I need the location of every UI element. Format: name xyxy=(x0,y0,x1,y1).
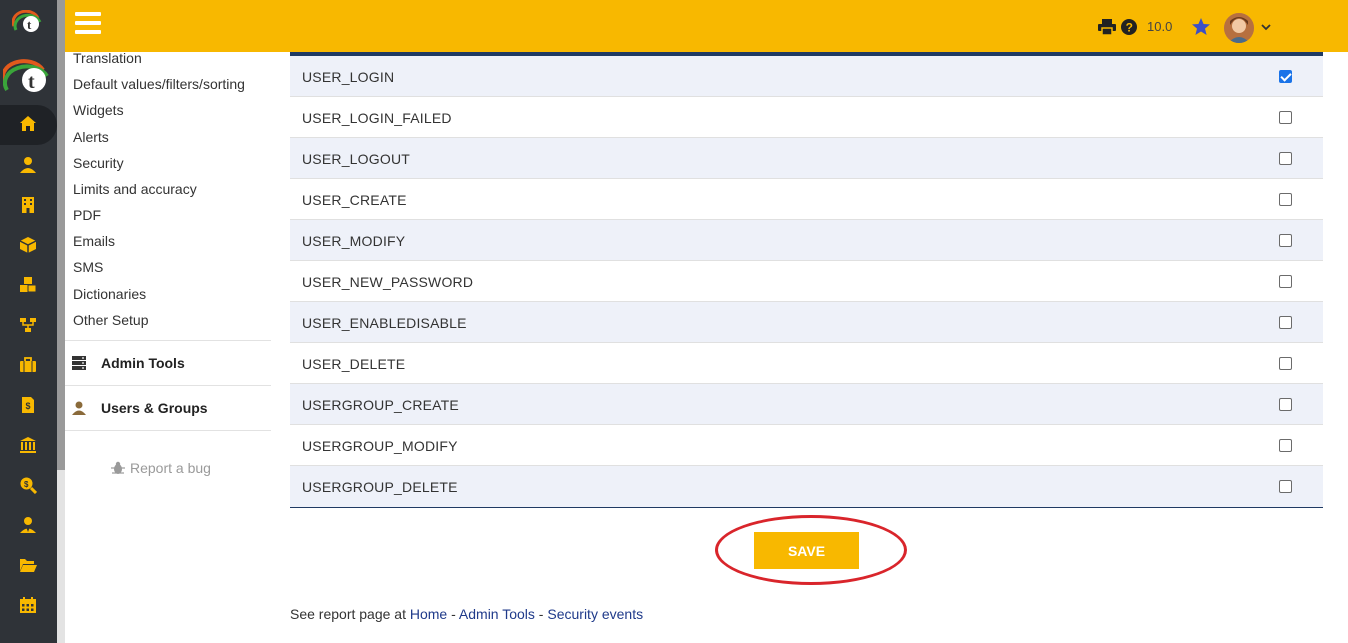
event-name: USER_LOGIN xyxy=(302,69,395,85)
table-row: USER_ENABLEDISABLE xyxy=(290,302,1323,343)
event-checkbox[interactable] xyxy=(1279,234,1292,247)
event-checkbox[interactable] xyxy=(1279,480,1292,493)
print-icon[interactable] xyxy=(1098,19,1116,35)
cube-icon[interactable] xyxy=(17,234,39,256)
table-row: USER_LOGIN xyxy=(290,56,1323,97)
event-name: USER_MODIFY xyxy=(302,233,406,249)
event-name: USERGROUP_DELETE xyxy=(302,479,458,495)
event-checkbox[interactable] xyxy=(1279,152,1292,165)
table-row: USER_MODIFY xyxy=(290,220,1323,261)
home-icon[interactable] xyxy=(17,113,39,135)
report-bug-link[interactable]: Report a bug xyxy=(111,460,211,476)
menu-divider xyxy=(65,430,271,431)
menu-item-sms[interactable]: SMS xyxy=(73,259,103,275)
menu-item-dictionaries[interactable]: Dictionaries xyxy=(73,286,146,302)
menu-item-security[interactable]: Security xyxy=(73,155,124,171)
hamburger-menu-icon[interactable] xyxy=(75,12,101,36)
app-logo-small[interactable]: t xyxy=(12,10,44,36)
event-name: USER_ENABLEDISABLE xyxy=(302,315,467,331)
menu-item-widgets[interactable]: Widgets xyxy=(73,102,124,118)
table-row: USER_DELETE xyxy=(290,343,1323,384)
event-name: USERGROUP_CREATE xyxy=(302,397,459,413)
event-checkbox[interactable] xyxy=(1279,70,1292,83)
building-icon[interactable] xyxy=(17,194,39,216)
event-checkbox[interactable] xyxy=(1279,398,1292,411)
event-name: USER_LOGOUT xyxy=(302,151,410,167)
event-checkbox[interactable] xyxy=(1279,275,1292,288)
footer-prefix: See report page at xyxy=(290,606,410,622)
bank-icon[interactable] xyxy=(17,434,39,456)
event-checkbox[interactable] xyxy=(1279,316,1292,329)
help-icon[interactable]: ? xyxy=(1121,19,1137,35)
rail-scrollbar-thumb[interactable] xyxy=(57,0,65,470)
event-name: USER_DELETE xyxy=(302,356,406,372)
menu-item-limits[interactable]: Limits and accuracy xyxy=(73,181,197,197)
event-checkbox[interactable] xyxy=(1279,193,1292,206)
event-name: USER_CREATE xyxy=(302,192,407,208)
user-avatar[interactable] xyxy=(1224,13,1254,43)
table-row: USER_LOGIN_FAILED xyxy=(290,97,1323,138)
save-button[interactable]: SAVE xyxy=(754,532,859,569)
table-row: USERGROUP_CREATE xyxy=(290,384,1323,425)
table-row: USER_CREATE xyxy=(290,179,1323,220)
folder-open-icon[interactable] xyxy=(17,554,39,576)
users-groups-label: Users & Groups xyxy=(101,400,208,416)
cubes-icon[interactable] xyxy=(17,274,39,296)
svg-text:$: $ xyxy=(26,401,31,411)
table-row: USER_LOGOUT xyxy=(290,138,1323,179)
briefcase-icon[interactable] xyxy=(17,354,39,376)
server-icon xyxy=(72,356,86,370)
event-checkbox[interactable] xyxy=(1279,111,1292,124)
user-tie-icon[interactable] xyxy=(17,514,39,536)
svg-text:$: $ xyxy=(24,480,29,489)
app-logo[interactable]: t xyxy=(3,58,53,98)
event-name: USER_NEW_PASSWORD xyxy=(302,274,474,290)
menu-item-translation[interactable]: Translation xyxy=(73,50,142,66)
footer-separator: - xyxy=(534,606,548,622)
menu-item-other-setup[interactable]: Other Setup xyxy=(73,312,149,328)
admin-tools-label: Admin Tools xyxy=(101,355,185,371)
footer-report-links: See report page at Home - Admin Tools - … xyxy=(290,606,643,622)
svg-text:t: t xyxy=(28,71,35,93)
sitemap-icon[interactable] xyxy=(17,314,39,336)
chevron-down-icon[interactable] xyxy=(1261,23,1271,31)
menu-item-default-values[interactable]: Default values/filters/sorting xyxy=(73,76,245,92)
event-checkbox[interactable] xyxy=(1279,357,1292,370)
version-label: 10.0 xyxy=(1147,19,1173,34)
security-events-table: USER_LOGIN USER_LOGIN_FAILED USER_LOGOUT US… xyxy=(290,52,1323,508)
bug-icon xyxy=(111,461,125,474)
svg-text:?: ? xyxy=(1126,21,1133,35)
footer-link-home[interactable]: Home xyxy=(410,606,447,622)
table-row: USERGROUP_DELETE xyxy=(290,466,1323,507)
favorite-star-icon[interactable] xyxy=(1191,17,1211,37)
invoice-icon[interactable]: $ xyxy=(17,394,39,416)
svg-text:t: t xyxy=(27,17,32,32)
report-bug-label: Report a bug xyxy=(130,460,211,476)
table-row: USER_NEW_PASSWORD xyxy=(290,261,1323,302)
menu-item-alerts[interactable]: Alerts xyxy=(73,129,109,145)
table-row: USERGROUP_MODIFY xyxy=(290,425,1323,466)
calendar-icon[interactable] xyxy=(17,594,39,616)
search-dollar-icon[interactable]: $ xyxy=(17,474,39,496)
footer-separator: - xyxy=(447,606,459,622)
footer-link-security-events[interactable]: Security events xyxy=(547,606,643,622)
event-checkbox[interactable] xyxy=(1279,439,1292,452)
menu-section-users-groups[interactable]: Users & Groups xyxy=(65,385,271,430)
footer-link-admin-tools[interactable]: Admin Tools xyxy=(459,606,535,622)
menu-section-admin-tools[interactable]: Admin Tools xyxy=(65,340,271,385)
event-name: USER_LOGIN_FAILED xyxy=(302,110,452,126)
user-icon[interactable] xyxy=(17,154,39,176)
user-icon xyxy=(72,401,86,415)
event-name: USERGROUP_MODIFY xyxy=(302,438,458,454)
menu-item-pdf[interactable]: PDF xyxy=(73,207,101,223)
menu-item-emails[interactable]: Emails xyxy=(73,233,115,249)
